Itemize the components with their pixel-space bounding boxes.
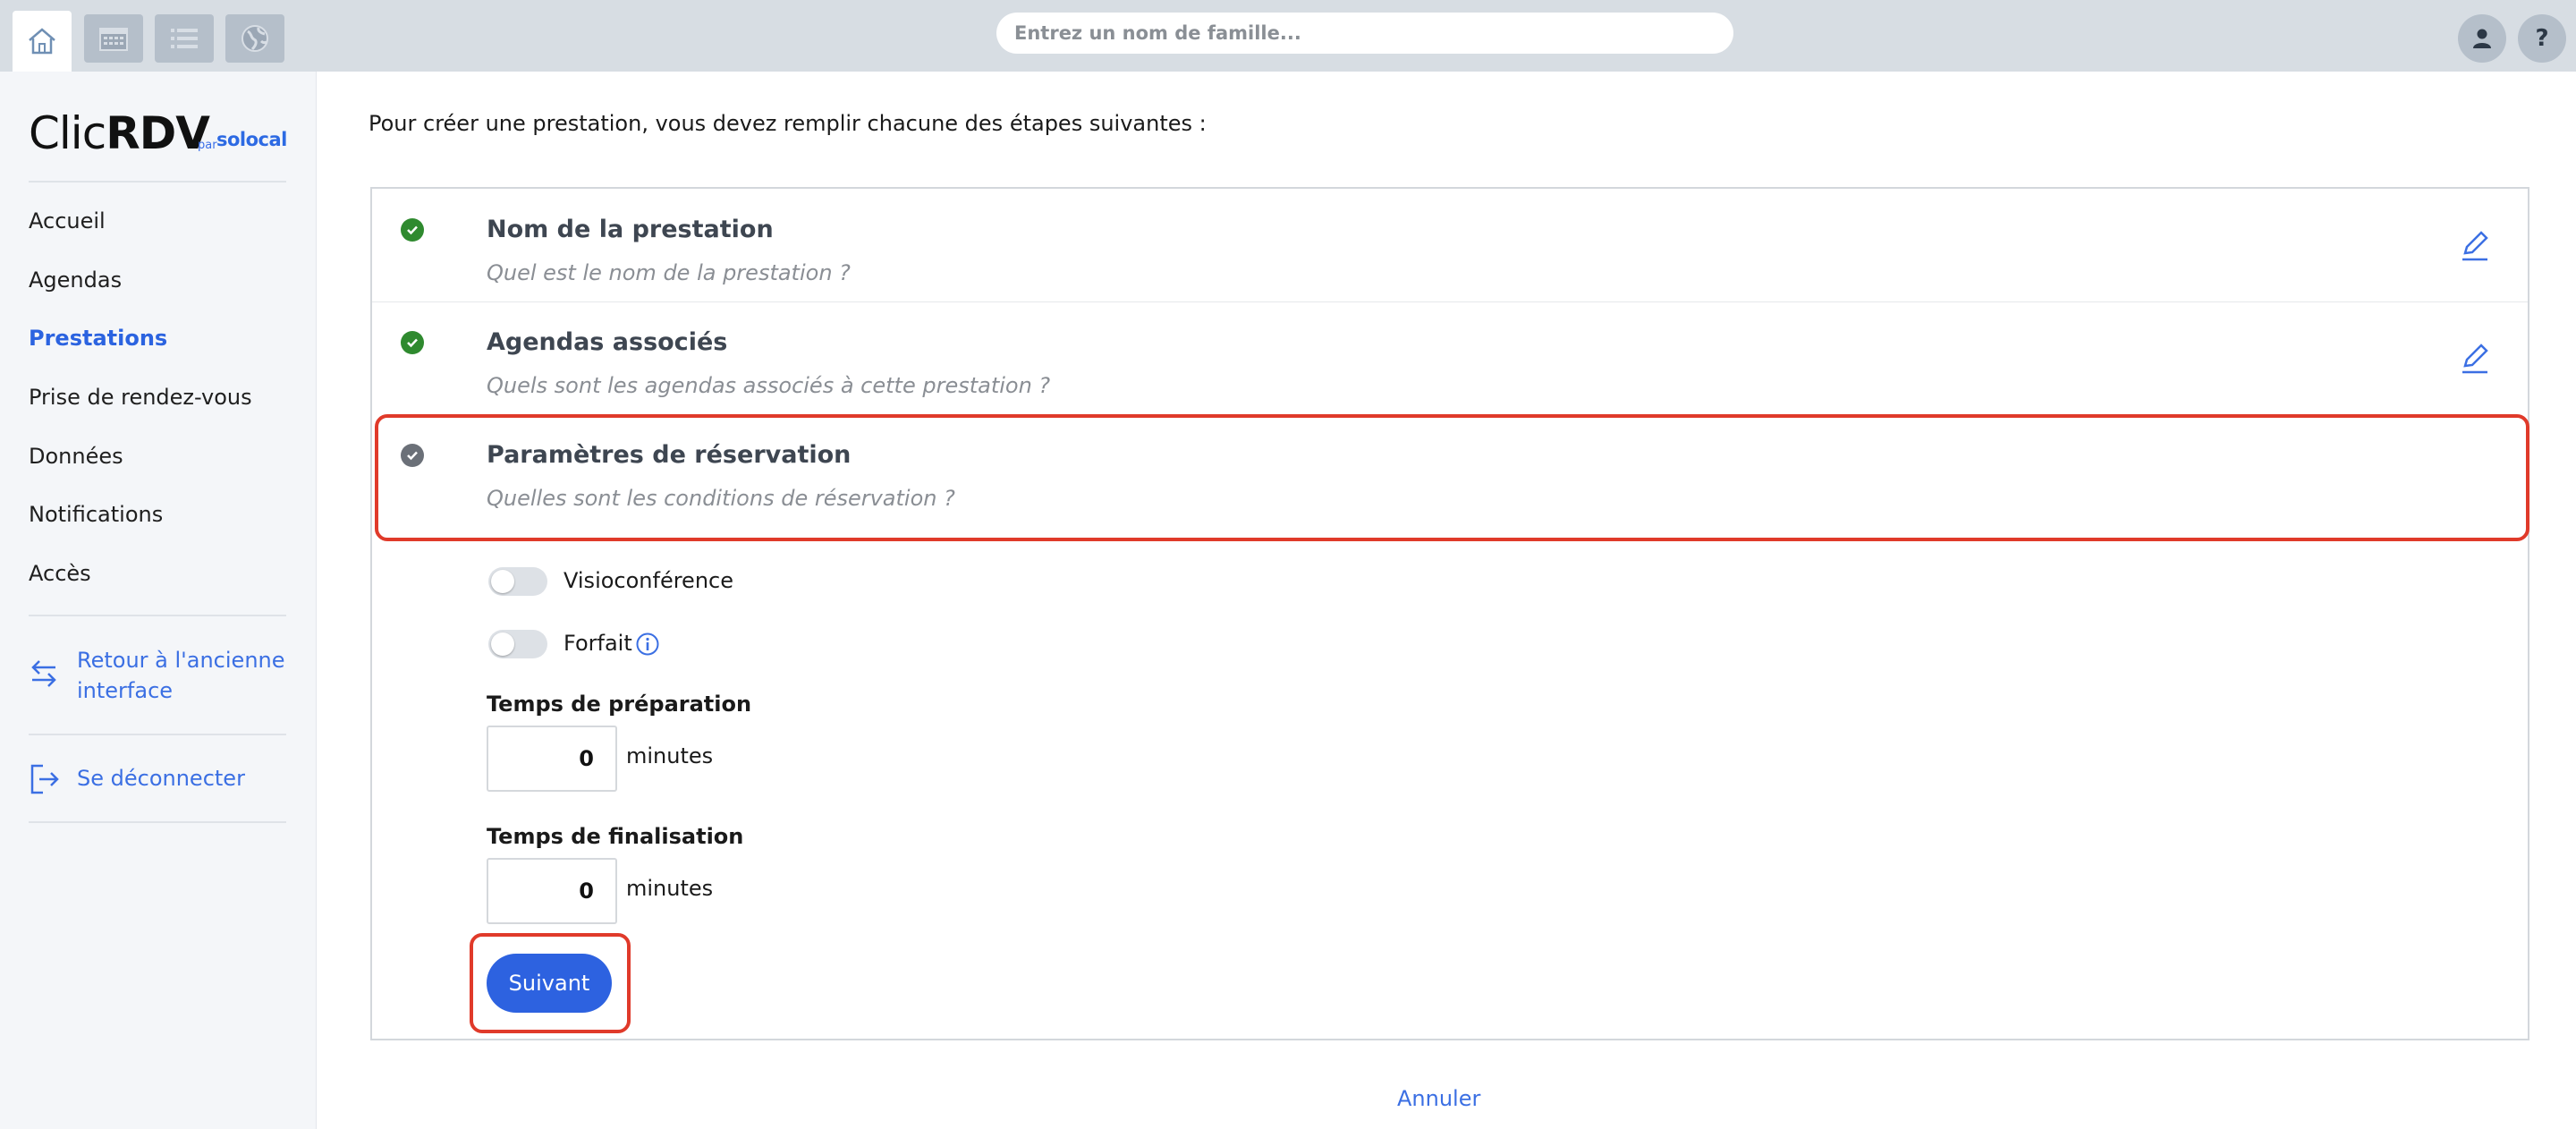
edit-pencil-icon[interactable] [2460,343,2490,375]
swap-arrows-icon [31,660,56,687]
check-icon [401,218,424,242]
logo-rdv: RDV [106,107,210,159]
sidebar-item-agendas[interactable]: Agendas [29,267,122,293]
tab-home[interactable] [13,11,72,72]
info-icon[interactable] [635,632,660,657]
step-name: Nom de la prestation Quel est le nom de … [372,189,2528,301]
sidebar-item-accueil[interactable]: Accueil [29,208,106,233]
tab-web[interactable] [225,14,284,63]
tab-calendar[interactable] [84,14,143,63]
logout-icon [30,764,59,794]
logo-solocal: solocal [216,129,287,150]
step-subtitle: Quel est le nom de la prestation ? [487,260,851,285]
final-time-unit: minutes [626,876,714,901]
forfait-label: Forfait [564,631,632,656]
back-link-line1: Retour à l'ancienne [77,648,285,673]
sidebar-divider [29,734,286,735]
help-button[interactable]: ? [2518,14,2566,63]
user-button[interactable] [2458,14,2506,63]
step-title: Agendas associés [487,328,728,356]
cancel-link[interactable]: Annuler [1397,1086,1480,1111]
check-icon [401,331,424,354]
logo-clic: Clic [29,107,106,159]
step-agendas: Agendas associés Quels sont les agendas … [372,302,2528,415]
back-old-interface-link[interactable]: Retour à l'ancienne interface [77,645,285,706]
search-input[interactable] [996,13,1733,54]
sidebar-item-donnees[interactable]: Données [29,444,123,469]
prep-time-unit: minutes [626,743,714,768]
intro-text: Pour créer une prestation, vous devez re… [369,111,1207,136]
sidebar-item-notifications[interactable]: Notifications [29,502,163,527]
sidebar-item-prise-rdv[interactable]: Prise de rendez-vous [29,385,252,410]
sidebar-divider [29,181,286,183]
forfait-toggle[interactable] [488,630,547,658]
final-time-label: Temps de finalisation [487,824,744,849]
home-icon [29,28,55,55]
sidebar-divider [29,821,286,823]
edit-pencil-icon[interactable] [2460,230,2490,262]
step-title: Nom de la prestation [487,216,774,243]
logo: ClicRDV [29,107,210,159]
step-subtitle: Quels sont les agendas associés à cette … [487,373,1051,398]
sidebar-divider [29,615,286,616]
tab-list[interactable] [155,14,214,63]
highlight-current-step [375,414,2529,541]
back-link-line2: interface [77,678,174,703]
top-bar: ? [0,0,2576,72]
globe-icon [242,25,268,52]
prep-time-input[interactable] [487,726,617,792]
help-icon: ? [2535,25,2549,52]
sidebar-item-acces[interactable]: Accès [29,561,91,586]
sidebar: ClicRDV par solocal Accueil Agendas Pres… [0,72,317,1129]
logo-par: par [198,139,217,152]
logout-link[interactable]: Se déconnecter [77,763,245,794]
prep-time-label: Temps de préparation [487,692,752,717]
sidebar-item-prestations[interactable]: Prestations [29,326,167,351]
list-icon [171,29,198,48]
calendar-icon [99,28,128,51]
visio-label: Visioconférence [564,568,733,593]
user-icon [2473,29,2491,48]
final-time-input[interactable] [487,858,617,924]
steps-panel: Nom de la prestation Quel est le nom de … [370,187,2529,1040]
visio-toggle[interactable] [488,567,547,596]
highlight-next-button [470,933,631,1033]
